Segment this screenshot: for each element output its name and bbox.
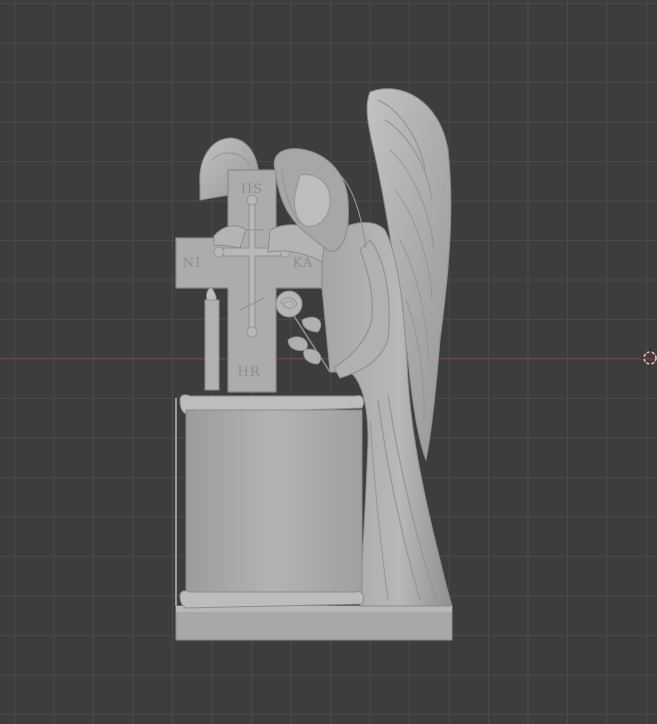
candle [204,287,220,391]
scroll-plaque [175,394,365,609]
cross-inscription-left: NI [183,256,202,271]
cross-inscription-top: IIS [241,182,263,197]
cross-inscription-bottom: HR [237,365,260,380]
rose-relief [275,290,331,373]
3d-viewport[interactable]: IIS NI KA HR [0,0,657,724]
tombstone-angel-model[interactable]: IIS NI KA HR [0,0,657,724]
origin-3d-cursor-icon[interactable] [641,349,657,367]
cross-inscription-right: KA [293,256,314,271]
tombstone-base [175,605,453,641]
